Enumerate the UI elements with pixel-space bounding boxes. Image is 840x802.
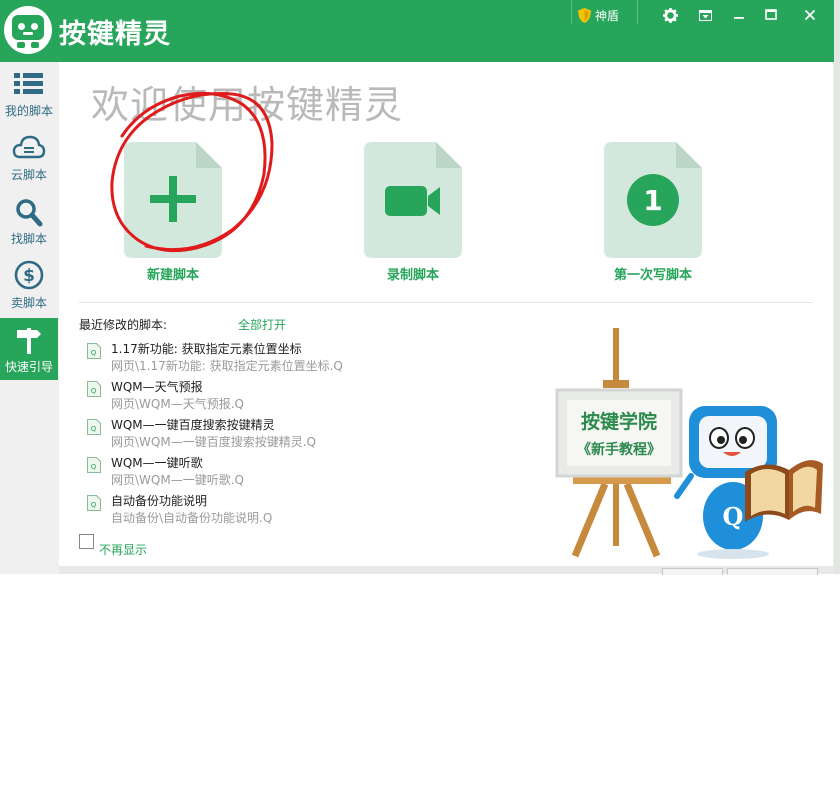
first-script-document-icon: 1 [604,142,702,258]
close-icon [804,9,816,21]
recent-file-name[interactable]: 自动备份功能说明 [111,492,207,509]
sidebar-item-label: 我的脚本 [4,104,53,118]
dropdown-menu-icon [698,9,712,21]
record-script-label: 录制脚本 [386,268,439,283]
recent-file-item[interactable]: Q WQM—天气预报 网页\WQM—天气预报.Q [87,378,537,414]
q-script-file-icon: Q [87,343,101,359]
recent-file-item[interactable]: Q WQM—一键百度搜索按键精灵 网页\WQM—一键百度搜索按键精灵.Q [87,416,537,452]
q-script-file-icon: Q [87,381,101,397]
sidebar-item-label: 快速引导 [4,360,53,374]
first-script-label: 第一次写脚本 [613,268,692,283]
shield-label: 神盾 [595,8,620,23]
list-icon [14,73,43,94]
first-script-card[interactable]: 1 第一次写脚本 [560,142,740,292]
maximize-icon [765,9,777,20]
record-script-document-icon [364,142,462,258]
recent-file-item[interactable]: Q WQM—一键听歌 网页\WQM—一键听歌.Q [87,454,537,490]
q-script-file-icon: Q [87,419,101,435]
sidebar-item-label: 云脚本 [10,168,47,182]
recent-file-name[interactable]: WQM—一键听歌 [111,454,203,471]
red-annotation-circle [110,91,274,253]
sidebar-item-my-scripts[interactable]: 我的脚本 [0,62,58,124]
sidebar: 我的脚本 云脚本 找脚本 $ 卖脚本 快速引导 [0,62,58,574]
svg-text:Q: Q [91,501,97,509]
svg-text:Q: Q [91,349,97,357]
q-script-file-icon: Q [87,495,101,511]
recent-file-path: 网页\WQM—一键听歌.Q [111,473,244,487]
recent-file-name[interactable]: WQM—天气预报 [111,378,203,395]
sidebar-item-label: 卖脚本 [10,296,47,310]
shield-icon [578,7,591,23]
promo-badge: Q [723,502,744,531]
app-window: 按键精灵 神盾 我的脚本 云脚本 找脚本 $ 卖脚本 快速引导 欢迎使用按键精灵… [0,0,834,575]
title-bar: 按键精灵 神盾 [0,0,834,62]
cloud-icon [12,135,46,159]
svg-text:Q: Q [91,463,97,471]
sidebar-item-find-scripts[interactable]: 找脚本 [0,190,58,252]
divider [79,302,813,303]
record-script-card[interactable]: 录制脚本 [320,142,500,292]
settings-button[interactable] [657,4,683,26]
menu-button[interactable] [692,4,718,26]
dont-show-again[interactable]: 不再显示 [79,534,147,558]
sidebar-item-label: 找脚本 [10,232,47,246]
dollar-icon: $ [14,260,44,290]
new-script-label: 新建脚本 [146,268,199,283]
svg-text:1: 1 [643,184,662,217]
academy-tutorial-illustration[interactable]: 按键学院 《新手教程》 Q [553,324,823,564]
recent-file-item[interactable]: Q 自动备份功能说明 自动备份\自动备份功能说明.Q [87,492,537,528]
recent-file-item[interactable]: Q 1.17新功能: 获取指定元素位置坐标 网页\1.17新功能: 获取指定元素… [87,340,537,376]
sidebar-item-quick-guide[interactable]: 快速引导 [0,318,58,380]
recent-file-path: 网页\1.17新功能: 获取指定元素位置坐标.Q [111,359,343,373]
window-edge [834,0,840,574]
recent-file-path: 网页\WQM—一键百度搜索按键精灵.Q [111,435,316,449]
minimize-button[interactable] [726,4,752,26]
recent-file-name[interactable]: 1.17新功能: 获取指定元素位置坐标 [111,340,302,357]
svg-text:Q: Q [91,387,97,395]
signpost-icon [17,328,41,354]
close-button[interactable] [797,4,823,26]
sidebar-item-sell-scripts[interactable]: $ 卖脚本 [0,254,58,316]
recent-file-path: 网页\WQM—天气预报.Q [111,397,244,411]
sidebar-item-cloud-scripts[interactable]: 云脚本 [0,126,58,188]
recent-file-path: 自动备份\自动备份功能说明.Q [111,511,273,525]
gear-icon [662,7,678,23]
q-script-file-icon: Q [87,457,101,473]
recent-scripts-title: 最近修改的脚本: [79,318,168,332]
video-camera-icon [385,186,427,216]
minimize-icon [734,17,744,19]
promo-line2: 《新手教程》 [577,441,661,458]
app-logo-icon [4,6,52,54]
open-all-link[interactable]: 全部打开 [238,316,286,333]
search-icon [16,199,43,227]
maximize-button[interactable] [758,4,784,26]
svg-text:$: $ [23,266,35,286]
dont-show-again-checkbox[interactable] [79,534,94,549]
shield-button[interactable]: 神盾 [578,2,619,28]
promo-line1: 按键学院 [581,410,657,433]
recent-file-name[interactable]: WQM—一键百度搜索按键精灵 [111,416,275,433]
dont-show-again-label: 不再显示 [99,543,148,557]
footer-button[interactable] [727,568,818,575]
app-title: 按键精灵 [59,19,171,50]
footer-button[interactable] [662,568,723,575]
svg-text:Q: Q [91,425,97,433]
